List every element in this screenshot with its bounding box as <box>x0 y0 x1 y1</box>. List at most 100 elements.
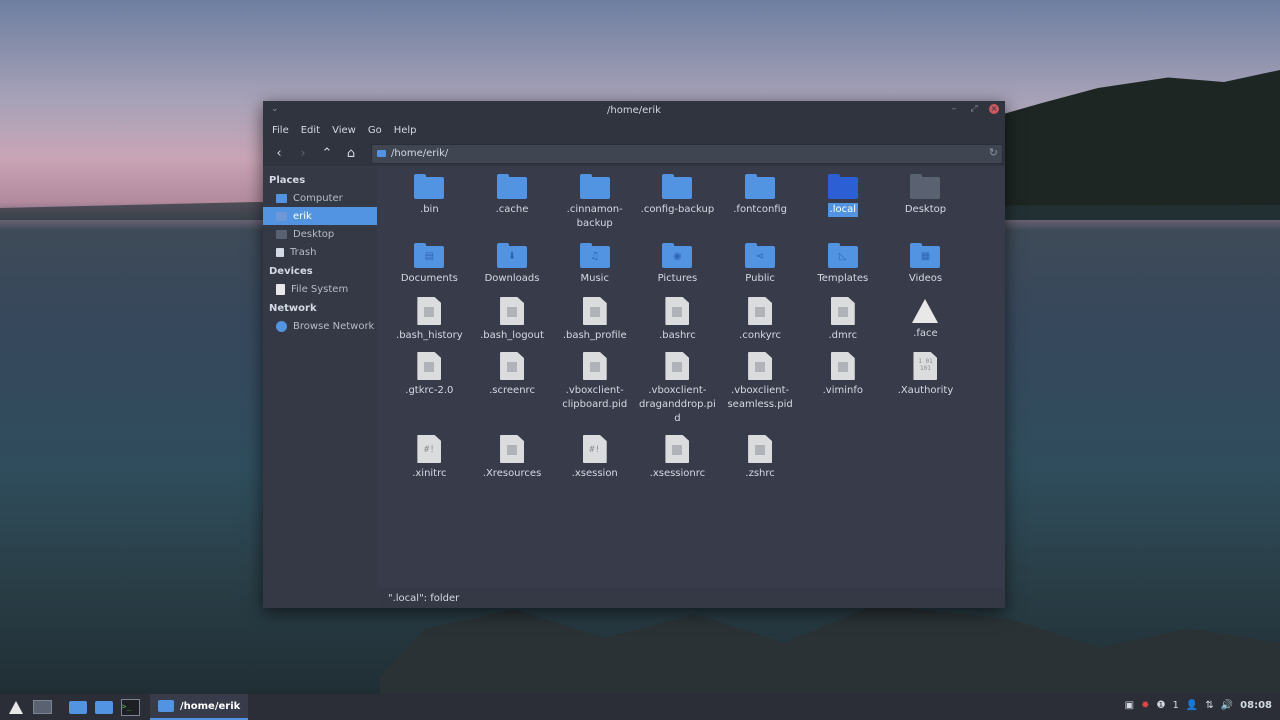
folder-item[interactable]: ⬇ Downloads <box>471 242 554 297</box>
folder-icon <box>662 174 693 199</box>
sidebar-item-trash[interactable]: Trash <box>263 243 377 261</box>
file-name: Pictures <box>657 273 698 284</box>
text-file-icon <box>748 352 773 380</box>
folder-item[interactable]: ♫ Music <box>553 242 636 297</box>
folder-item[interactable]: ▤ Documents <box>388 242 471 297</box>
folder-item[interactable]: .bin <box>388 173 471 242</box>
taskbar: >_ /home/erik ▣ ✹ ❶ 1 👤 ⇅ 🔊 08:08 <box>0 694 1280 720</box>
folder-item[interactable]: ◉ Pictures <box>636 242 719 297</box>
folder-item[interactable]: Desktop <box>884 173 967 242</box>
sidebar: Places Computer erik Desktop Trash Devic… <box>263 167 377 608</box>
file-item[interactable]: .screenrc <box>471 352 554 435</box>
file-name: .screenrc <box>489 385 535 396</box>
file-manager-window: ⌄ /home/erik – ⤢ × File Edit View Go Hel… <box>263 101 1005 608</box>
close-button[interactable]: × <box>989 104 999 114</box>
computer-icon <box>276 193 287 203</box>
minimize-button[interactable]: – <box>949 104 959 114</box>
file-item[interactable]: #! .xsession <box>553 435 636 490</box>
file-item[interactable]: .dmrc <box>801 297 884 352</box>
file-item[interactable]: .gtkrc-2.0 <box>388 352 471 435</box>
file-name: Templates <box>817 273 869 284</box>
update-icon[interactable]: ✹ <box>1141 700 1149 711</box>
folder-item[interactable]: ◺ Templates <box>801 242 884 297</box>
file-item[interactable]: .face <box>884 297 967 352</box>
notification-icon[interactable]: ❶ <box>1157 700 1166 711</box>
back-button[interactable]: ‹ <box>269 144 289 164</box>
file-item[interactable]: #! .xinitrc <box>388 435 471 490</box>
menu-file[interactable]: File <box>266 122 295 141</box>
text-file-icon <box>417 352 442 380</box>
titlebar[interactable]: ⌄ /home/erik – ⤢ × <box>263 101 1005 122</box>
file-item[interactable]: .bashrc <box>636 297 719 352</box>
sidebar-item-computer[interactable]: Computer <box>263 189 377 207</box>
file-item[interactable]: .bash_profile <box>553 297 636 352</box>
folder-item[interactable]: .config-backup <box>636 173 719 242</box>
folder-item[interactable]: .cinnamon-backup <box>553 173 636 242</box>
drive-icon <box>276 283 285 295</box>
file-grid: .bin .cache .cinnamon-backup .config-backup… <box>388 173 1008 490</box>
menu-edit[interactable]: Edit <box>295 122 326 141</box>
clock[interactable]: 08:08 <box>1240 700 1272 711</box>
folder-launcher-icon[interactable] <box>94 698 114 716</box>
file-item[interactable]: .viminfo <box>801 352 884 435</box>
folder-item[interactable]: ⋖ Public <box>719 242 802 297</box>
home-button[interactable]: ⌂ <box>341 144 361 164</box>
sidebar-item-desktop[interactable]: Desktop <box>263 225 377 243</box>
text-file-icon <box>500 352 525 380</box>
desktop-icon <box>276 229 287 239</box>
location-bar[interactable]: /home/erik/ ↻ <box>371 143 1003 164</box>
network-icon <box>276 320 287 332</box>
sidebar-item-label: Computer <box>293 192 343 204</box>
text-file-icon: #! <box>582 435 607 463</box>
window-title: /home/erik <box>607 105 661 116</box>
up-button[interactable]: ⌃ <box>317 144 337 164</box>
folder-item[interactable]: .local <box>801 173 884 242</box>
show-desktop-icon[interactable] <box>32 698 52 716</box>
volume-icon[interactable]: 🔊 <box>1221 700 1233 711</box>
forward-button[interactable]: › <box>293 144 313 164</box>
file-item[interactable]: .bash_history <box>388 297 471 352</box>
file-item[interactable]: .vboxclient-clipboard.pid <box>553 352 636 435</box>
sidebar-item-label: Browse Network <box>293 320 375 332</box>
folder-item[interactable]: .fontconfig <box>719 173 802 242</box>
file-name: .gtkrc-2.0 <box>405 385 454 396</box>
file-item[interactable]: .xsessionrc <box>636 435 719 490</box>
terminal-icon[interactable]: >_ <box>120 698 140 716</box>
folder-item[interactable]: .cache <box>471 173 554 242</box>
user-icon[interactable]: 👤 <box>1186 700 1198 711</box>
file-item[interactable]: .vboxclient-seamless.pid <box>719 352 802 435</box>
taskbar-window-button[interactable]: /home/erik <box>150 694 249 720</box>
menubar: File Edit View Go Help <box>263 122 1005 141</box>
file-item[interactable]: .Xresources <box>471 435 554 490</box>
text-file-icon <box>665 352 690 380</box>
file-item[interactable]: .zshrc <box>719 435 802 490</box>
arch-logo-icon <box>912 299 939 323</box>
network-icon[interactable]: ⇅ <box>1205 700 1213 711</box>
folder-item[interactable]: ▦ Videos <box>884 242 967 297</box>
background-rocks <box>380 604 1280 695</box>
menu-go[interactable]: Go <box>362 122 388 141</box>
file-name: .bash_profile <box>562 330 627 341</box>
file-item[interactable]: 1 01 101 .Xauthority <box>884 352 967 435</box>
maximize-button[interactable]: ⤢ <box>969 104 979 114</box>
sidebar-item-erik[interactable]: erik <box>263 207 377 225</box>
folder-icon: ▤ <box>414 243 445 268</box>
system-tray: ▣ ✹ ❶ 1 👤 ⇅ 🔊 08:08 <box>1125 700 1272 711</box>
sidebar-item-file-system[interactable]: File System <box>263 280 377 298</box>
text-file-icon <box>665 435 690 463</box>
arch-menu-icon[interactable] <box>6 698 26 716</box>
file-name: .bin <box>420 204 439 215</box>
menu-help[interactable]: Help <box>388 122 423 141</box>
screenshot-icon[interactable]: ▣ <box>1125 700 1134 711</box>
file-item[interactable]: .conkyrc <box>719 297 802 352</box>
file-manager-launcher-icon[interactable] <box>68 698 88 716</box>
text-file-icon: #! <box>417 435 442 463</box>
sidebar-item-browse-network[interactable]: Browse Network <box>263 317 377 335</box>
file-item[interactable]: .bash_logout <box>471 297 554 352</box>
file-item[interactable]: .vboxclient-draganddrop.pid <box>636 352 719 435</box>
file-view[interactable]: .bin .cache .cinnamon-backup .config-backup… <box>378 167 1005 588</box>
file-name: .vboxclient-seamless.pid <box>727 385 793 410</box>
file-name: .xinitrc <box>412 468 447 479</box>
reload-icon[interactable]: ↻ <box>989 146 998 159</box>
menu-view[interactable]: View <box>326 122 362 141</box>
